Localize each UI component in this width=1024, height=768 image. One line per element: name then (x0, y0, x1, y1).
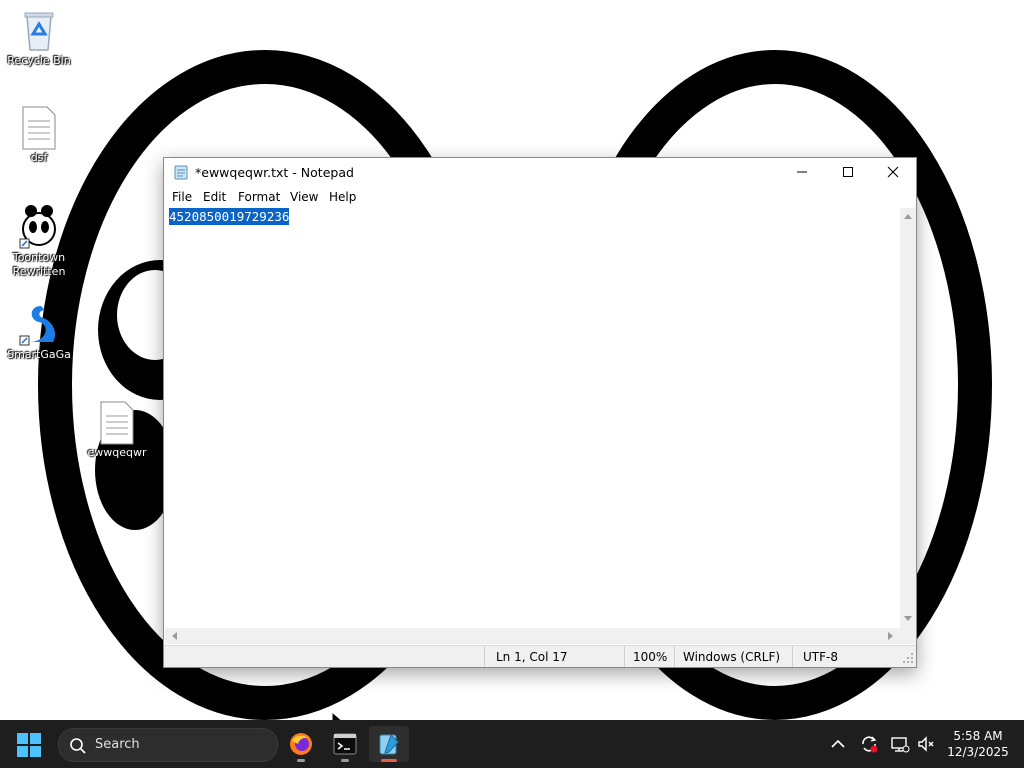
desktop-icon-label: Toontown Rewritten (12, 251, 66, 278)
taskbar-firefox-button[interactable] (281, 726, 321, 762)
maximize-icon (843, 167, 853, 177)
notepad-window[interactable]: *ewwqeqwr.txt - Notepad File Edit Format… (163, 157, 917, 668)
chevron-up-icon[interactable] (828, 734, 848, 754)
notepad-icon (379, 734, 399, 755)
clock-date: 12/3/2025 (947, 745, 1009, 759)
desktop-icon-dsf[interactable]: dsf (3, 105, 75, 165)
status-separator (792, 646, 793, 667)
menu-file[interactable]: File (172, 190, 192, 204)
running-indicator (297, 759, 305, 762)
desktop-icon-label: Recycle Bin (7, 54, 71, 67)
menu-view[interactable]: View (290, 190, 318, 204)
terminal-icon (333, 733, 357, 755)
desktop-icon-ewwqeqwr[interactable]: ewwqeqwr (81, 400, 153, 460)
status-position: Ln 1, Col 17 (496, 650, 568, 664)
status-zoom: 100% (633, 650, 668, 664)
close-icon (887, 166, 899, 178)
menu-bar: File Edit Format View Help (164, 188, 916, 208)
status-line-endings: Windows (CRLF) (683, 650, 781, 664)
sync-alert-icon[interactable] (859, 734, 879, 754)
taskbar-clock[interactable]: 5:58 AM 12/3/2025 (938, 728, 1018, 760)
taskbar-search-box[interactable]: Search (58, 728, 278, 762)
vertical-scrollbar[interactable] (900, 208, 916, 628)
resize-grip-icon[interactable] (902, 652, 914, 664)
window-title: *ewwqeqwr.txt - Notepad (195, 165, 354, 180)
smartgaga-icon (19, 302, 59, 346)
text-file-icon (19, 105, 59, 150)
desktop-icon-recycle-bin[interactable]: Recycle Bin (3, 8, 75, 68)
scroll-corner (900, 628, 916, 644)
text-line: 4520850019729236 (169, 208, 290, 225)
notepad-icon (173, 164, 189, 180)
maximize-button[interactable] (825, 158, 871, 188)
desktop-icon-smartgaga[interactable]: SmartGaGa (3, 302, 75, 362)
running-indicator (341, 759, 349, 762)
selected-text: 4520850019729236 (169, 208, 290, 225)
status-encoding: UTF-8 (803, 650, 838, 664)
search-icon (70, 738, 86, 754)
taskbar: Search 5:58 AM 12/3/2025 (0, 720, 1024, 768)
status-separator (674, 646, 675, 667)
title-bar[interactable]: *ewwqeqwr.txt - Notepad (164, 158, 916, 188)
clock-time: 5:58 AM (953, 729, 1003, 743)
text-file-icon (97, 400, 137, 445)
menu-format[interactable]: Format (238, 190, 280, 204)
search-label: Search (95, 737, 140, 752)
minimize-button[interactable] (779, 158, 825, 188)
firefox-icon (290, 733, 312, 755)
desktop-icon-label: dsf (30, 151, 48, 164)
status-separator (484, 646, 485, 667)
scroll-up-arrow-icon (904, 214, 912, 219)
close-button[interactable] (870, 158, 916, 188)
horizontal-scrollbar[interactable] (165, 628, 900, 644)
desktop-icon-label: ewwqeqwr (87, 446, 147, 459)
toontown-icon (19, 205, 59, 249)
status-separator (624, 646, 625, 667)
recycle-bin-icon (19, 8, 59, 52)
network-icon[interactable] (890, 734, 910, 754)
active-indicator (381, 759, 397, 762)
taskbar-terminal-button[interactable] (325, 726, 365, 762)
volume-muted-icon[interactable] (916, 734, 936, 754)
minimize-icon (797, 171, 807, 173)
text-editor-area[interactable]: 4520850019729236 (165, 208, 899, 628)
scroll-down-arrow-icon (904, 616, 912, 621)
scroll-right-arrow-icon (888, 632, 893, 640)
start-button[interactable] (16, 732, 44, 757)
taskbar-notepad-button[interactable] (369, 726, 409, 762)
menu-edit[interactable]: Edit (203, 190, 226, 204)
desktop-icon-toontown[interactable]: Toontown Rewritten (3, 205, 75, 279)
desktop-icon-label: SmartGaGa (7, 348, 71, 361)
windows-logo-icon (17, 733, 41, 757)
scroll-left-arrow-icon (172, 632, 177, 640)
status-bar: Ln 1, Col 17 100% Windows (CRLF) UTF-8 (164, 645, 916, 667)
menu-help[interactable]: Help (329, 190, 356, 204)
